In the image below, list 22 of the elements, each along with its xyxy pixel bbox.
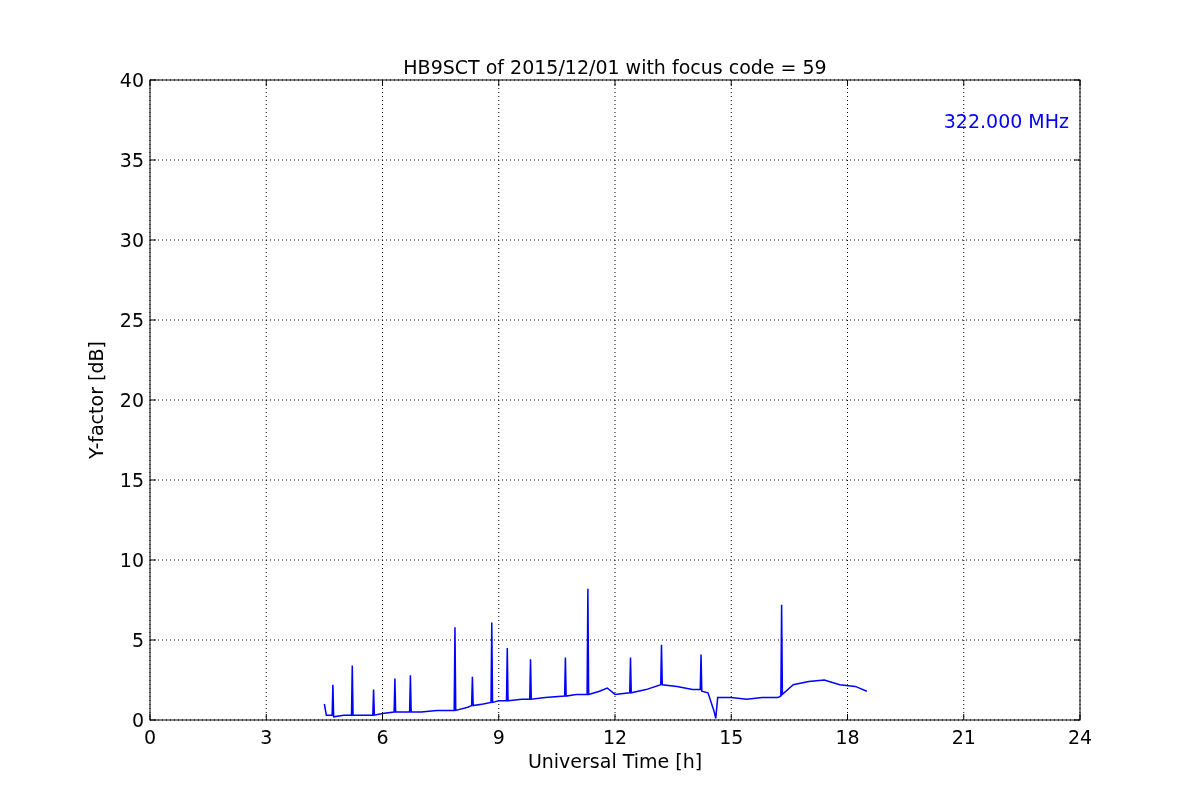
y-tick-label: 25 — [119, 309, 144, 331]
x-tick-label: 24 — [1067, 726, 1093, 748]
x-tick-label: 12 — [602, 726, 628, 748]
x-tick-label: 18 — [835, 726, 860, 748]
x-tick-label: 9 — [492, 726, 505, 748]
y-axis-label: Y-factor [dB] — [85, 341, 107, 459]
y-tick-label: 35 — [119, 149, 144, 171]
x-tick-label: 15 — [719, 726, 744, 748]
x-tick-label: 21 — [951, 726, 976, 748]
y-tick-label: 15 — [119, 469, 144, 491]
x-tick-label: 3 — [260, 726, 273, 748]
y-tick-label: 5 — [131, 629, 144, 651]
y-tick-label: 20 — [119, 389, 144, 411]
y-tick-label: 40 — [119, 69, 144, 91]
chart-title: HB9SCT of 2015/12/01 with focus code = 59 — [403, 56, 827, 78]
legend-label: 322.000 MHz — [943, 110, 1069, 132]
y-tick-label: 10 — [119, 549, 144, 571]
x-tick-label: 0 — [143, 726, 157, 748]
x-tick-label: 6 — [376, 726, 389, 748]
x-axis-label: Universal Time [h] — [527, 750, 703, 772]
y-tick-label: 30 — [119, 229, 144, 251]
y-tick-label: 0 — [131, 709, 144, 731]
